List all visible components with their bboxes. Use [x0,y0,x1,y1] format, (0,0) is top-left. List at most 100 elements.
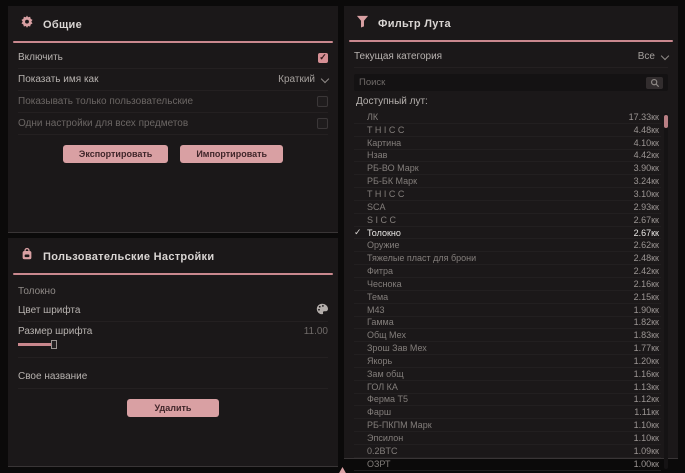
loot-row[interactable]: ✓ Оружие 2.62кк [354,239,661,252]
loot-item-name: ЛК [367,112,629,122]
search-button[interactable] [646,77,663,89]
loot-item-name: Тяжелые пласт для брони [367,253,634,263]
loot-item-name: Фитра [367,266,634,276]
custom-name-row: Свое название [18,364,328,389]
loot-row[interactable]: ✓ РБ-ВО Марк 3.90кк [354,162,661,175]
category-row: Текущая категория Все [354,46,668,68]
loot-row[interactable]: ✓ Фитра 2.42кк [354,265,661,278]
loot-row[interactable]: ✓ Толокно 2.67кк [354,227,661,240]
loot-row[interactable]: ✓ T H I C C 4.48кк [354,124,661,137]
loot-item-name: T H I C C [367,125,634,135]
loot-row[interactable]: ✓ Эпсилон 1.10кк [354,432,661,445]
loot-row[interactable]: ✓ T H I C C 3.10кк [354,188,661,201]
export-button[interactable]: Экспортировать [63,145,168,163]
same-settings-checkbox[interactable] [317,118,328,129]
loot-row[interactable]: ✓ Фарш 1.11кк [354,406,661,419]
slider-knob[interactable] [51,340,57,349]
loot-item-name: Нзав [367,150,634,160]
backpack-icon [20,247,34,266]
chevron-down-icon [321,74,329,82]
loot-row[interactable]: ✓ РБ-БК Марк 3.24кк [354,175,661,188]
category-dropdown-value: Все [638,51,655,62]
show-name-dropdown[interactable]: Краткий [278,74,328,85]
show-name-row: Показать имя как Краткий [18,69,328,91]
search-icon [650,78,660,88]
loot-item-name: Зам общ [367,369,634,379]
enable-row: Включить ✓ [18,47,328,69]
loot-row[interactable]: ✓ Якорь 1.20кк [354,355,661,368]
loot-item-name: Оружие [367,240,634,250]
loot-item-value: 1.82кк [634,317,659,327]
resize-handle-icon[interactable] [338,462,347,473]
loot-row[interactable]: ✓ РБ-ПКПМ Марк 1.10кк [354,419,661,432]
palette-icon[interactable] [316,302,328,320]
loot-row[interactable]: ✓ 0.2BTC 1.09кк [354,445,661,458]
loot-row[interactable]: ✓ ЛК 17.33кк [354,111,661,124]
loot-item-name: РБ-ВО Марк [367,163,634,173]
import-button[interactable]: Импортировать [180,145,283,163]
loot-row[interactable]: ✓ Зам общ 1.16кк [354,368,661,381]
loot-item-value: 3.90кк [634,163,659,173]
only-custom-row: Показывать только пользовательские [18,91,328,113]
category-dropdown[interactable]: Все [638,51,668,62]
loot-row[interactable]: ✓ Нзав 4.42кк [354,150,661,163]
same-settings-row: Одни настройки для всех предметов [18,113,328,135]
loot-item-name: Эпсилон [367,433,634,443]
custom-name-label: Свое название [18,371,87,382]
enable-checkbox[interactable]: ✓ [318,53,328,63]
mod-config-window: Общие Включить ✓ Показать имя как Кратки… [0,0,685,473]
search-input[interactable]: Поиск [354,74,668,91]
loot-filter-title: Фильтр Лута [378,18,451,30]
show-name-dropdown-value: Краткий [278,74,315,85]
loot-row[interactable]: ✓ S I C C 2.67кк [354,214,661,227]
loot-item-name: Картина [367,138,634,148]
delete-button[interactable]: Удалить [127,399,220,417]
loot-item-value: 1.13кк [634,382,659,392]
loot-row[interactable]: ✓ SCA 2.93кк [354,201,661,214]
loot-row[interactable]: ✓ Тяжелые пласт для брони 2.48кк [354,252,661,265]
loot-row[interactable]: ✓ Зрош Зав Мех 1.77кк [354,342,661,355]
available-loot-label: Доступный лут: [356,96,668,107]
loot-row[interactable]: ✓ Тема 2.15кк [354,291,661,304]
loot-item-value: 1.90кк [634,305,659,315]
loot-row[interactable]: ✓ Картина 4.10кк [354,137,661,150]
loot-item-name: Чеснока [367,279,634,289]
loot-item-value: 1.12кк [634,394,659,404]
loot-scrollbar[interactable] [664,113,668,469]
loot-item-name: T H I C C [367,189,634,199]
custom-name-input[interactable] [97,370,328,383]
loot-filter-header: Фильтр Лута [344,6,678,40]
general-panel: Общие Включить ✓ Показать имя как Кратки… [8,6,338,233]
check-icon: ✓ [354,227,367,238]
loot-list-wrap: ✓ ЛК 17.33кк ✓ T H I C C 4.48кк ✓ Картин… [354,111,668,471]
search-placeholder: Поиск [359,77,646,88]
loot-row[interactable]: ✓ Гамма 1.82кк [354,317,661,330]
loot-row[interactable]: ✓ Ферма Т5 1.12кк [354,394,661,407]
loot-row[interactable]: ✓ М43 1.90кк [354,304,661,317]
loot-item-name: Гамма [367,317,634,327]
loot-list: ✓ ЛК 17.33кк ✓ T H I C C 4.48кк ✓ Картин… [354,111,661,471]
gear-icon [20,15,34,34]
only-custom-label: Показывать только пользовательские [18,96,193,107]
loot-item-value: 1.09кк [634,446,659,456]
loot-item-name: ГОЛ КА [367,382,634,392]
same-settings-label: Одни настройки для всех предметов [18,118,188,129]
font-size-row: Размер шрифта 11.00 [18,322,328,358]
loot-row[interactable]: ✓ ГОЛ КА 1.13кк [354,381,661,394]
font-color-row: Цвет шрифта [18,300,328,322]
loot-item-name: РБ-ПКПМ Марк [367,420,634,430]
loot-filter-panel: Фильтр Лута Текущая категория Все Поиск … [344,6,678,459]
loot-scrollbar-thumb[interactable] [664,115,668,128]
loot-item-value: 3.24кк [634,176,659,186]
loot-item-value: 2.62кк [634,240,659,250]
funnel-icon [356,15,369,33]
loot-item-value: 4.10кк [634,138,659,148]
loot-row[interactable]: ✓ ОЗРТ 1.00кк [354,458,661,471]
general-panel-title: Общие [43,19,82,31]
loot-row[interactable]: ✓ Общ Мех 1.83кк [354,329,661,342]
loot-row[interactable]: ✓ Чеснока 2.16кк [354,278,661,291]
loot-item-value: 2.48кк [634,253,659,263]
only-custom-checkbox[interactable] [317,96,328,107]
general-panel-header: Общие [8,6,338,41]
font-size-slider[interactable] [18,340,328,349]
